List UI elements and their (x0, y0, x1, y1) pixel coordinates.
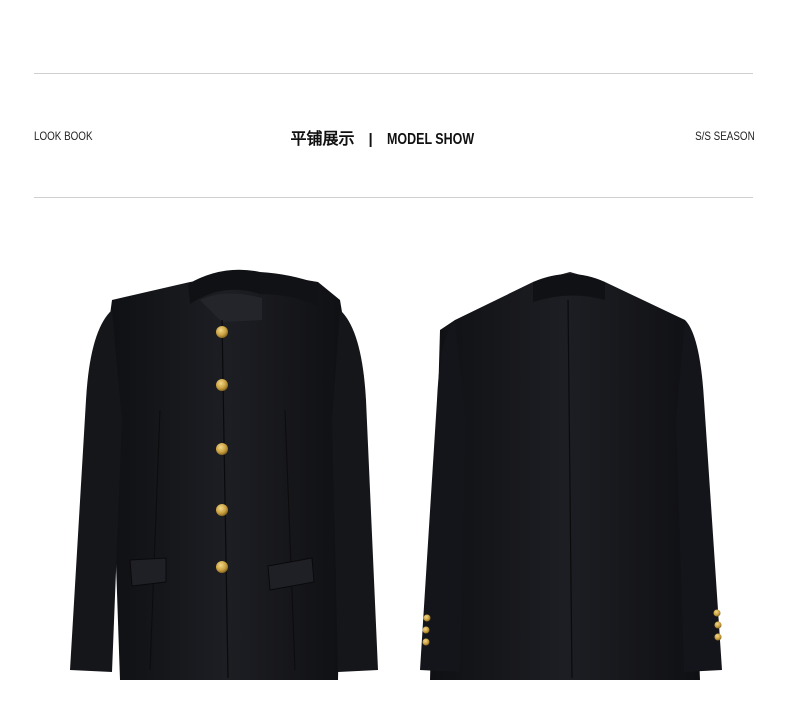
bottom-divider (34, 197, 753, 198)
back-left-cuff-button-2 (422, 626, 430, 634)
back-right-cuff-button-1 (713, 609, 721, 617)
front-left-sleeve (70, 310, 122, 672)
title-english: MODEL SHOW (386, 131, 474, 148)
product-photos (0, 260, 790, 700)
front-left-pocket-flap (129, 557, 167, 587)
front-jacket-image (70, 269, 378, 680)
season-label: S/S SEASON (695, 129, 755, 143)
back-right-sleeve (676, 320, 722, 672)
top-divider (34, 73, 753, 74)
front-button-3 (216, 443, 228, 455)
front-button-4 (216, 504, 228, 516)
front-button-5 (216, 561, 228, 573)
back-right-cuff-button-3 (714, 633, 722, 641)
back-jacket-image (420, 272, 722, 680)
title-chinese: 平铺展示 (290, 129, 355, 148)
section-title: 平铺展示 | MODEL SHOW (34, 125, 755, 149)
front-right-sleeve (332, 310, 378, 672)
back-right-cuff-button-2 (714, 621, 722, 629)
back-jacket-body (430, 272, 700, 680)
front-button-2 (216, 379, 228, 391)
front-button-1 (216, 326, 228, 338)
back-left-cuff-button-1 (423, 614, 431, 622)
title-separator: | (368, 131, 373, 148)
back-left-cuff-button-3 (422, 638, 430, 646)
section-header: LOOK BOOK 平铺展示 | MODEL SHOW S/S SEASON (34, 120, 755, 154)
